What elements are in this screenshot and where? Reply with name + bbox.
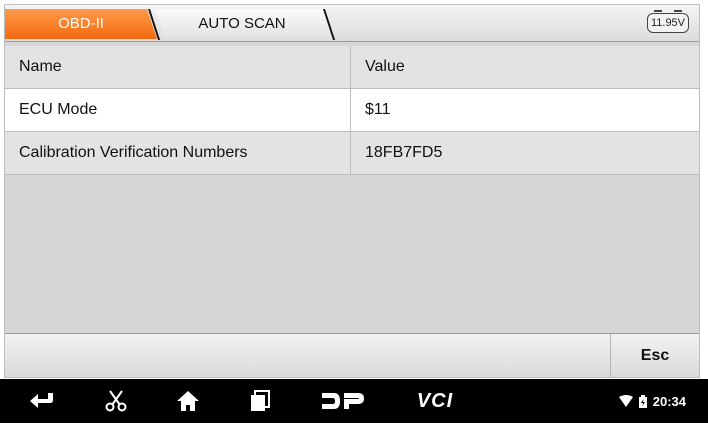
data-table: Name Value ECU Mode $11 Calibration Veri… [5,46,699,175]
vci-logo-icon: VCI [416,389,454,412]
recent-apps-icon [251,390,270,411]
dp-logo-icon [322,393,364,409]
dp-app-button[interactable] [316,379,370,423]
esc-button[interactable]: Esc [610,334,699,377]
table-row[interactable]: ECU Mode $11 [5,89,699,132]
app-window: OBD-II AUTO SCAN 11.95V Name Value ECU M… [4,4,700,378]
wifi-icon [618,395,633,407]
back-button[interactable] [22,379,62,423]
back-icon [30,393,53,408]
battery-terminal-icon [674,10,682,12]
tab-auto-scan[interactable]: AUTO SCAN [151,9,333,39]
system-nav-bar: VCI 20:34 [0,379,708,423]
screenshot-button[interactable] [96,379,136,423]
table-row[interactable]: Calibration Verification Numbers 18FB7FD… [5,132,699,175]
battery-icon [638,394,647,408]
battery-voltage-value: 11.95V [650,17,686,29]
table-header-row: Name Value [5,46,699,89]
table-cell-name: ECU Mode [5,89,351,131]
clock-time: 20:34 [652,393,686,409]
battery-voltage-indicator: 11.95V [647,10,689,33]
battery-terminal-icon [654,10,662,12]
scissors-icon [105,390,127,412]
home-button[interactable] [168,379,208,423]
tab-bar: OBD-II AUTO SCAN 11.95V [5,5,699,42]
action-bar: Esc [5,333,699,377]
tab-obd-ii[interactable]: OBD-II [5,9,157,39]
status-area: 20:34 [618,379,686,423]
recent-apps-button[interactable] [240,379,280,423]
home-icon [177,391,199,411]
column-header-value: Value [365,58,405,75]
column-header-name: Name [5,46,351,88]
table-cell-value: 18FB7FD5 [365,144,443,161]
table-cell-value: $11 [365,101,391,118]
vci-button[interactable]: VCI [406,379,464,423]
table-cell-name: Calibration Verification Numbers [5,132,351,174]
